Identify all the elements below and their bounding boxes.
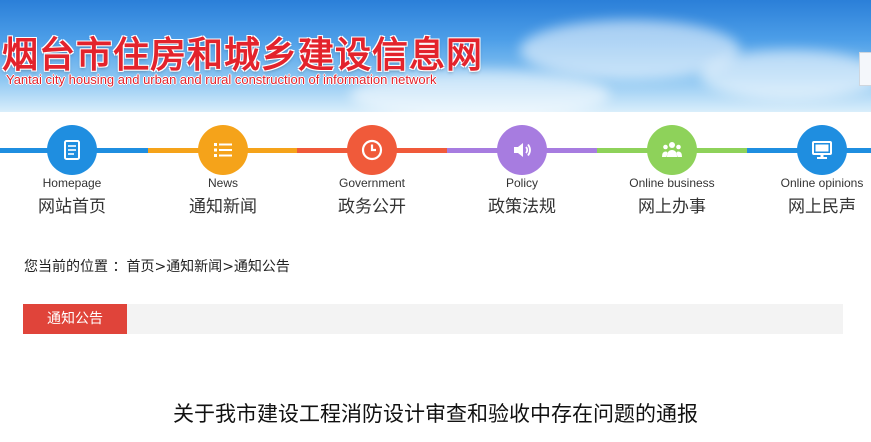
nav-circle bbox=[47, 125, 97, 175]
breadcrumb-current[interactable]: 通知公告 bbox=[234, 259, 290, 275]
nav-item-news[interactable]: News 通知新闻 bbox=[148, 112, 298, 222]
section-header: 通知公告 bbox=[23, 304, 843, 334]
breadcrumb: 您当前的位置 ：首页>通知新闻>通知公告 bbox=[24, 256, 290, 276]
nav-label-cn: 网上办事 bbox=[638, 197, 706, 217]
nav-item-online-opinions[interactable]: Online opinions 网上民声 bbox=[747, 112, 871, 222]
breadcrumb-prefix: 您当前的位置 ： bbox=[24, 259, 127, 275]
breadcrumb-home-link[interactable]: 首页 bbox=[126, 259, 154, 275]
nav-label-cn: 政务公开 bbox=[338, 197, 406, 217]
document-icon bbox=[64, 140, 80, 160]
breadcrumb-news-link[interactable]: 通知新闻 bbox=[166, 259, 222, 275]
nav-label-en: Online business bbox=[629, 176, 715, 190]
monitor-icon bbox=[812, 141, 832, 159]
breadcrumb-separator: > bbox=[154, 259, 167, 275]
nav-item-homepage[interactable]: Homepage 网站首页 bbox=[0, 112, 150, 222]
section-tab-notices[interactable]: 通知公告 bbox=[23, 304, 127, 334]
main-nav: Homepage 网站首页 News 通知新闻 Government 政务公开 bbox=[0, 112, 871, 222]
nav-label-cn: 网上民声 bbox=[788, 197, 856, 217]
header-banner: 烟台市住房和城乡建设信息网 Yantai city housing and ur… bbox=[0, 0, 871, 112]
nav-circle bbox=[497, 125, 547, 175]
nav-circle bbox=[347, 125, 397, 175]
nav-item-online-business[interactable]: Online business 网上办事 bbox=[597, 112, 747, 222]
nav-label-en: Government bbox=[338, 176, 406, 190]
cloud-decoration bbox=[700, 50, 871, 100]
nav-circle bbox=[647, 125, 697, 175]
article-title: 关于我市建设工程消防设计审查和验收中存在问题的通报 bbox=[173, 402, 698, 426]
nav-circle bbox=[797, 125, 847, 175]
clock-icon bbox=[361, 139, 383, 161]
speaker-icon bbox=[514, 143, 531, 157]
nav-label-en: Policy bbox=[505, 176, 538, 190]
nav-label-en: Online opinions bbox=[780, 176, 864, 190]
nav-label-en: News bbox=[207, 176, 238, 190]
nav-label-cn: 政策法规 bbox=[488, 197, 556, 217]
people-icon bbox=[662, 142, 682, 157]
nav-label-en: Homepage bbox=[42, 176, 102, 190]
side-widget[interactable] bbox=[859, 52, 871, 86]
nav-label-cn: 通知新闻 bbox=[189, 197, 257, 217]
nav-item-policy[interactable]: Policy 政策法规 bbox=[447, 112, 597, 222]
nav-label-cn: 网站首页 bbox=[38, 197, 106, 217]
site-subtitle: Yantai city housing and urban and rural … bbox=[6, 72, 437, 87]
nav-circle bbox=[198, 125, 248, 175]
site-title: 烟台市住房和城乡建设信息网 bbox=[2, 35, 484, 76]
list-icon bbox=[214, 143, 232, 157]
breadcrumb-separator: > bbox=[222, 259, 234, 275]
nav-item-government[interactable]: Government 政务公开 bbox=[297, 112, 447, 222]
